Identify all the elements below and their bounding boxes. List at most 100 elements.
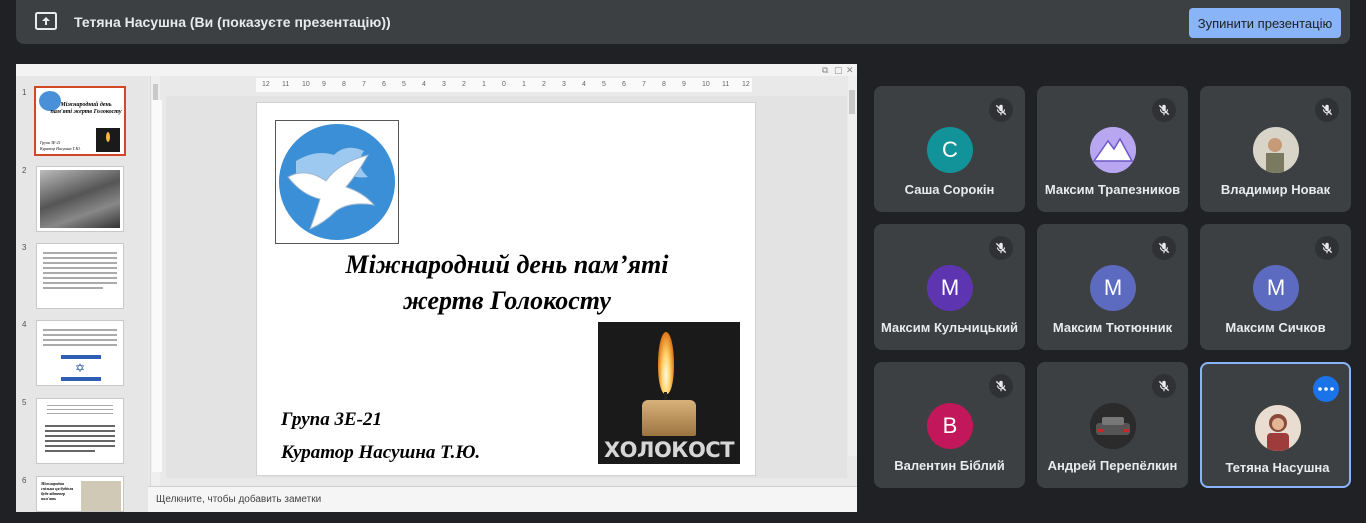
avatar-initial: B — [942, 413, 958, 438]
window-titlebar: ⧉ ▢ ✕ — [16, 64, 857, 76]
participant-avatar: M — [1253, 265, 1299, 311]
avatar-initial: M — [1266, 275, 1286, 300]
thumb-group: Група 3Е-21 — [40, 140, 61, 145]
ruler-label: 3 — [562, 81, 566, 88]
mic-off-icon — [1315, 236, 1339, 260]
participant-name: Максим Трапезников — [1044, 182, 1181, 197]
ruler-label: 12 — [262, 81, 270, 88]
slide-number: 3 — [22, 243, 27, 252]
slide-number: 4 — [22, 320, 27, 329]
participant-avatar — [1253, 127, 1299, 173]
close-icon[interactable]: ✕ — [846, 65, 854, 75]
participant-avatar: M — [1090, 265, 1136, 311]
ruler-label: 9 — [682, 81, 686, 88]
ruler-label: 3 — [442, 81, 446, 88]
slide-thumbnail-1[interactable]: Міжнародний день пам'яті жертв Голокосту… — [34, 86, 126, 156]
ruler-label: 12 — [742, 81, 750, 88]
ruler-label: 10 — [702, 81, 710, 88]
slide-number: 1 — [22, 88, 27, 97]
presentation-window: ⧉ ▢ ✕ 1 Міжнародний день пам'яті жертв Г… — [16, 64, 857, 512]
participant-avatar: M — [927, 265, 973, 311]
participant-avatar: B — [927, 403, 973, 449]
participant-name: Саша Сорокін — [904, 182, 995, 197]
mic-off-icon — [1315, 98, 1339, 122]
participant-tile[interactable]: M Максим Кульчицький — [874, 224, 1025, 350]
globe-dove-image — [275, 120, 399, 244]
mic-off-icon — [989, 98, 1013, 122]
participant-avatar: C — [927, 127, 973, 173]
car-photo-icon — [1090, 403, 1136, 449]
restore-icon[interactable]: ⧉ — [822, 65, 828, 75]
slide-title-line-1: Міжнародний день пам’яті — [345, 250, 669, 279]
thumb-curator: Куратор Насушна Т.Ю. — [40, 146, 81, 151]
mic-off-icon — [1152, 98, 1176, 122]
avatar-initial: M — [940, 275, 960, 300]
participant-avatar — [1090, 403, 1136, 449]
ruler-label: 4 — [582, 81, 586, 88]
participant-name: Андрей Перепёлкин — [1047, 458, 1178, 473]
ruler-label: 8 — [662, 81, 666, 88]
participant-tile[interactable]: B Валентин Біблий — [874, 362, 1025, 488]
ruler-label: 10 — [302, 81, 310, 88]
mic-off-icon — [989, 374, 1013, 398]
notes-placeholder: Щелкните, чтобы добавить заметки — [156, 494, 322, 505]
participant-avatar — [1255, 405, 1301, 451]
ruler-label: 11 — [282, 81, 290, 88]
participant-tile[interactable]: C Саша Сорокін — [874, 86, 1025, 212]
avatar-initial: C — [942, 137, 958, 162]
participant-name: Максим Кульчицький — [880, 320, 1019, 335]
ruler-label: 8 — [342, 81, 346, 88]
participant-tile[interactable]: Максим Трапезников — [1037, 86, 1188, 212]
participant-avatar — [1090, 127, 1136, 173]
present-screen-icon — [35, 12, 57, 30]
participant-tile[interactable]: M Максим Тютюнник — [1037, 224, 1188, 350]
participant-tile[interactable]: Тетяна Насушна — [1200, 362, 1351, 488]
ruler-label: 2 — [542, 81, 546, 88]
participant-tile[interactable]: M Максим Сичков — [1200, 224, 1351, 350]
slide-title-line-2: жертв Голокосту — [403, 286, 611, 315]
slide-thumbnail-4[interactable]: ✡ — [36, 320, 124, 386]
israel-flag-image: ✡ — [61, 355, 101, 381]
participant-tile[interactable]: Владимир Новак — [1200, 86, 1351, 212]
woman-photo-icon — [1255, 405, 1301, 451]
ruler-label: 2 — [462, 81, 466, 88]
mountain-photo-icon — [1090, 127, 1136, 173]
holocaust-caption: ХОЛОКОСТ — [603, 438, 735, 462]
avatar-initial: M — [1103, 275, 1123, 300]
slide-number: 5 — [22, 398, 27, 407]
participant-tile[interactable]: Андрей Перепёлкин — [1037, 362, 1188, 488]
thumb-text: Міжнародна спільна ця будівля буде відте… — [41, 481, 74, 501]
candle-body — [642, 400, 696, 436]
stop-presenting-button[interactable]: Зупинити презентацію — [1189, 8, 1341, 38]
vertical-ruler — [152, 100, 162, 472]
person-photo-icon — [1253, 127, 1299, 173]
speaker-notes-field[interactable]: Щелкните, чтобы добавить заметки — [148, 486, 857, 512]
slide-number: 2 — [22, 166, 27, 175]
slide-title: Міжнародний день пам’яті жертв Голокосту — [287, 247, 727, 319]
ruler-label: 1 — [482, 81, 486, 88]
memorial-photo — [81, 481, 121, 511]
slide-thumbnail-5[interactable] — [36, 398, 124, 464]
candle-flame-icon — [658, 332, 674, 394]
slide-thumbnail-6[interactable]: Міжнародна спільна ця будівля буде відте… — [36, 476, 124, 512]
participant-name: Валентин Біблий — [894, 458, 1005, 473]
ruler-label: 5 — [602, 81, 606, 88]
participant-name: Тетяна Насушна — [1225, 460, 1330, 475]
mic-off-icon — [1152, 236, 1176, 260]
slide-scrollbar[interactable] — [848, 76, 857, 456]
presenting-status-text: Тетяна Насушна (Ви (показуєте презентаці… — [74, 14, 391, 30]
slide-thumbnail-2[interactable] — [36, 166, 124, 232]
ruler-label: 0 — [502, 81, 506, 88]
slide-thumbnail-3[interactable] — [36, 243, 124, 309]
more-dots-icon — [1318, 387, 1334, 391]
current-slide[interactable]: Міжнародний день пам’яті жертв Голокосту… — [256, 102, 756, 476]
candle-image: ХОЛОКОСТ — [598, 322, 740, 464]
slide-curator-text: Куратор Насушна Т.Ю. — [281, 442, 481, 463]
ruler-label: 6 — [622, 81, 626, 88]
horizontal-ruler: 12 11 10 9 8 7 6 5 4 3 2 1 0 1 2 3 4 5 6 7 8 9 10 11 12 — [256, 78, 752, 92]
ruler-label: 11 — [722, 81, 730, 88]
ruler-label: 6 — [382, 81, 386, 88]
more-options-button[interactable] — [1313, 376, 1339, 402]
ruler-label: 7 — [642, 81, 646, 88]
maximize-icon[interactable]: ▢ — [834, 65, 843, 75]
